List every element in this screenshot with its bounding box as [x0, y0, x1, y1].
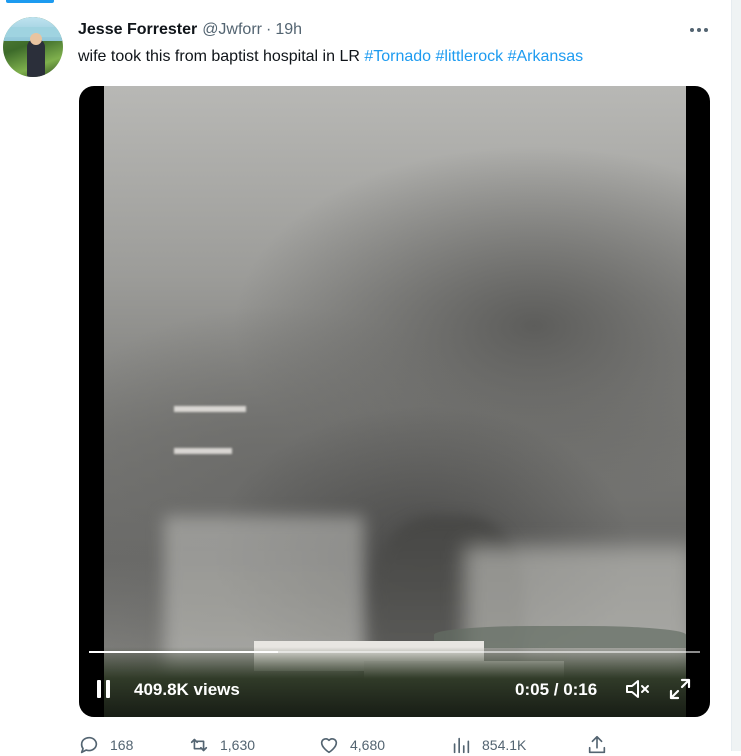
share-icon	[588, 735, 606, 754]
volume-muted-icon[interactable]	[625, 678, 651, 700]
analytics-icon	[453, 737, 470, 754]
video-progress-fill	[89, 651, 279, 653]
fullscreen-icon[interactable]	[669, 678, 691, 700]
author-name[interactable]: Jesse Forrester	[78, 21, 197, 39]
repost-icon	[190, 738, 208, 752]
reply-icon	[80, 736, 98, 754]
scroll-gutter	[732, 0, 741, 751]
hashtag-tornado[interactable]: #Tornado	[364, 48, 431, 65]
video-view-count: 409.8K views	[134, 680, 240, 699]
video-progress-bar[interactable]	[89, 651, 700, 653]
reply-button[interactable]: 168	[78, 734, 133, 756]
avatar[interactable]	[3, 17, 63, 77]
pause-icon[interactable]	[97, 680, 111, 698]
separator-dot: ·	[265, 21, 272, 38]
hashtag-arkansas[interactable]: #Arkansas	[508, 48, 584, 65]
views-button[interactable]: 854.1K	[450, 734, 526, 756]
heart-icon	[320, 738, 338, 754]
video-frame[interactable]	[104, 86, 686, 717]
author-handle[interactable]: @Jwforr	[202, 21, 262, 39]
more-options-icon[interactable]	[685, 18, 713, 42]
like-button[interactable]: 4,680	[318, 734, 385, 756]
tweet-body: wife took this from baptist hospital in …	[78, 48, 365, 65]
video-player[interactable]: 409.8K views 0:05 / 0:16	[79, 86, 710, 717]
share-button[interactable]	[586, 734, 618, 756]
tweet-header: Jesse Forrester @Jwforr · 19h	[78, 21, 302, 41]
video-time: 0:05 / 0:16	[515, 680, 598, 699]
top-accent-bar	[6, 0, 54, 3]
tweet-text: wife took this from baptist hospital in …	[78, 46, 583, 68]
tweet-actions: 168 1,630 4,680 854.1K	[78, 734, 638, 754]
timestamp[interactable]: 19h	[275, 21, 302, 39]
hashtag-littlerock[interactable]: #littlerock	[436, 48, 504, 65]
repost-button[interactable]: 1,630	[188, 734, 255, 756]
